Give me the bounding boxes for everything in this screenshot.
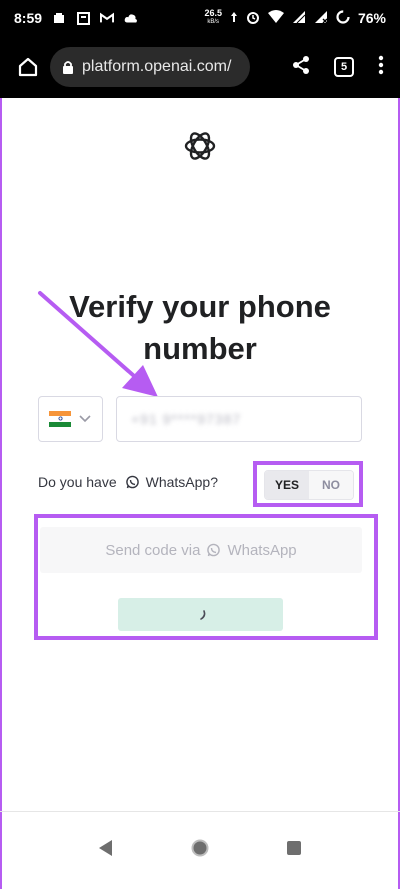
network-speed: 26.5 kB/s <box>204 8 222 26</box>
whatsapp-icon <box>125 475 140 490</box>
annotation-arrow <box>38 291 158 397</box>
share-button[interactable] <box>292 55 310 80</box>
more-vert-icon <box>378 55 384 74</box>
spinner-icon <box>199 609 205 620</box>
browser-toolbar: platform.openai.com/ 5 <box>0 36 400 98</box>
url-bar[interactable]: platform.openai.com/ <box>50 47 250 87</box>
share-icon <box>293 55 309 74</box>
openai-logo <box>184 132 216 160</box>
back-button[interactable] <box>98 839 114 862</box>
home-circle-icon <box>191 839 209 857</box>
battery-ring-icon <box>336 9 350 27</box>
whatsapp-icon <box>206 543 221 558</box>
whatsapp-toggle: YES NO <box>264 470 354 500</box>
send-code-whatsapp-button[interactable]: Send code via WhatsApp <box>40 527 362 573</box>
url-text: platform.openai.com/ <box>82 58 232 75</box>
notification-icon <box>52 11 66 25</box>
send-code-prefix: Send code via <box>105 541 201 559</box>
signal-2-icon <box>314 10 328 27</box>
send-code-app: WhatsApp <box>227 541 297 559</box>
home-nav-button[interactable] <box>190 838 210 863</box>
tabs-button[interactable]: 5 <box>334 57 354 77</box>
news-icon <box>76 11 90 25</box>
chevron-down-icon <box>79 415 91 423</box>
toggle-no-button[interactable]: NO <box>309 471 353 499</box>
more-menu-button[interactable] <box>378 55 384 80</box>
upload-arrow-icon <box>230 10 238 26</box>
whatsapp-label: WhatsApp? <box>145 474 218 490</box>
back-triangle-icon <box>99 840 112 856</box>
system-nav-bar <box>0 812 400 889</box>
phone-number-value: +91 9****97387 <box>131 411 242 427</box>
status-time: 8:59 <box>14 10 43 26</box>
phone-number-input[interactable]: +91 9****97387 <box>116 396 362 442</box>
lock-icon <box>62 60 74 75</box>
home-button[interactable] <box>10 49 46 85</box>
alarm-icon <box>246 10 260 27</box>
loading-button[interactable] <box>118 598 283 631</box>
cloud-icon <box>124 11 138 25</box>
status-bar: 8:59 26.5 kB/s 76% <box>0 0 400 36</box>
india-flag-icon <box>49 411 71 427</box>
wifi-icon <box>267 10 284 26</box>
signal-icon <box>292 10 306 27</box>
recents-square-icon <box>287 841 301 855</box>
country-selector[interactable] <box>38 396 103 442</box>
toggle-yes-button[interactable]: YES <box>265 471 309 499</box>
battery-percent: 76% <box>357 10 386 26</box>
gmail-icon <box>100 11 115 25</box>
recents-button[interactable] <box>286 840 302 861</box>
annotation-frame-left <box>0 98 2 889</box>
whatsapp-question-prefix: Do you have <box>38 474 117 490</box>
whatsapp-question: Do you have WhatsApp? <box>38 474 218 490</box>
home-icon <box>18 57 38 77</box>
